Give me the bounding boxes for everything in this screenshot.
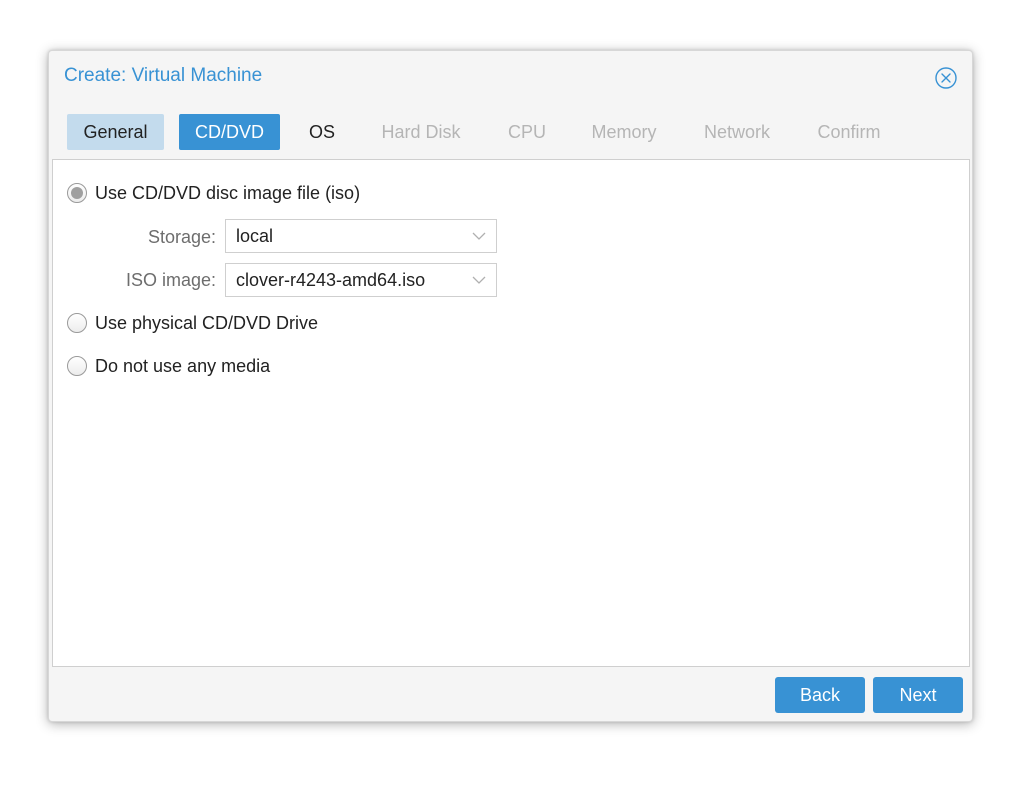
dialog-title: Create: Virtual Machine	[64, 65, 263, 86]
create-vm-dialog: Create: Virtual Machine General CD/DVD O…	[48, 50, 973, 722]
storage-label: Storage:	[147, 227, 216, 247]
tab-confirm: Confirm	[817, 122, 881, 142]
tab-os[interactable]: OS	[298, 114, 346, 150]
tab-hard-disk: Hard Disk	[381, 122, 461, 142]
radio-button[interactable]	[67, 356, 87, 376]
radio-label: Use CD/DVD disc image file (iso)	[95, 182, 361, 203]
tab-general[interactable]: General	[67, 114, 164, 150]
storage-value: local	[236, 226, 274, 246]
iso-image-label: ISO image:	[125, 270, 216, 290]
radio-button[interactable]	[67, 313, 87, 333]
radio-label: Use physical CD/DVD Drive	[95, 312, 319, 333]
radio-button-checked[interactable]	[67, 183, 87, 203]
tab-memory: Memory	[591, 122, 657, 142]
radio-label: Do not use any media	[95, 355, 271, 376]
next-button[interactable]: Next	[873, 677, 963, 713]
chevron-down-icon[interactable]	[472, 275, 486, 285]
iso-image-value: clover-r4243-amd64.iso	[236, 270, 426, 290]
radio-use-physical-drive[interactable]: Use physical CD/DVD Drive	[67, 311, 318, 335]
radio-use-iso[interactable]: Use CD/DVD disc image file (iso)	[67, 181, 360, 205]
iso-image-select[interactable]: clover-r4243-amd64.iso	[225, 263, 497, 297]
storage-select[interactable]: local	[225, 219, 497, 253]
radio-no-media[interactable]: Do not use any media	[67, 354, 270, 378]
tab-cd-dvd[interactable]: CD/DVD	[179, 114, 280, 150]
tab-cpu: CPU	[507, 122, 546, 142]
cd-dvd-panel: Use CD/DVD disc image file (iso) Storage…	[52, 159, 970, 667]
tab-network: Network	[703, 122, 770, 142]
close-icon[interactable]	[935, 67, 957, 89]
back-button[interactable]: Back	[775, 677, 865, 713]
chevron-down-icon[interactable]	[472, 231, 486, 241]
